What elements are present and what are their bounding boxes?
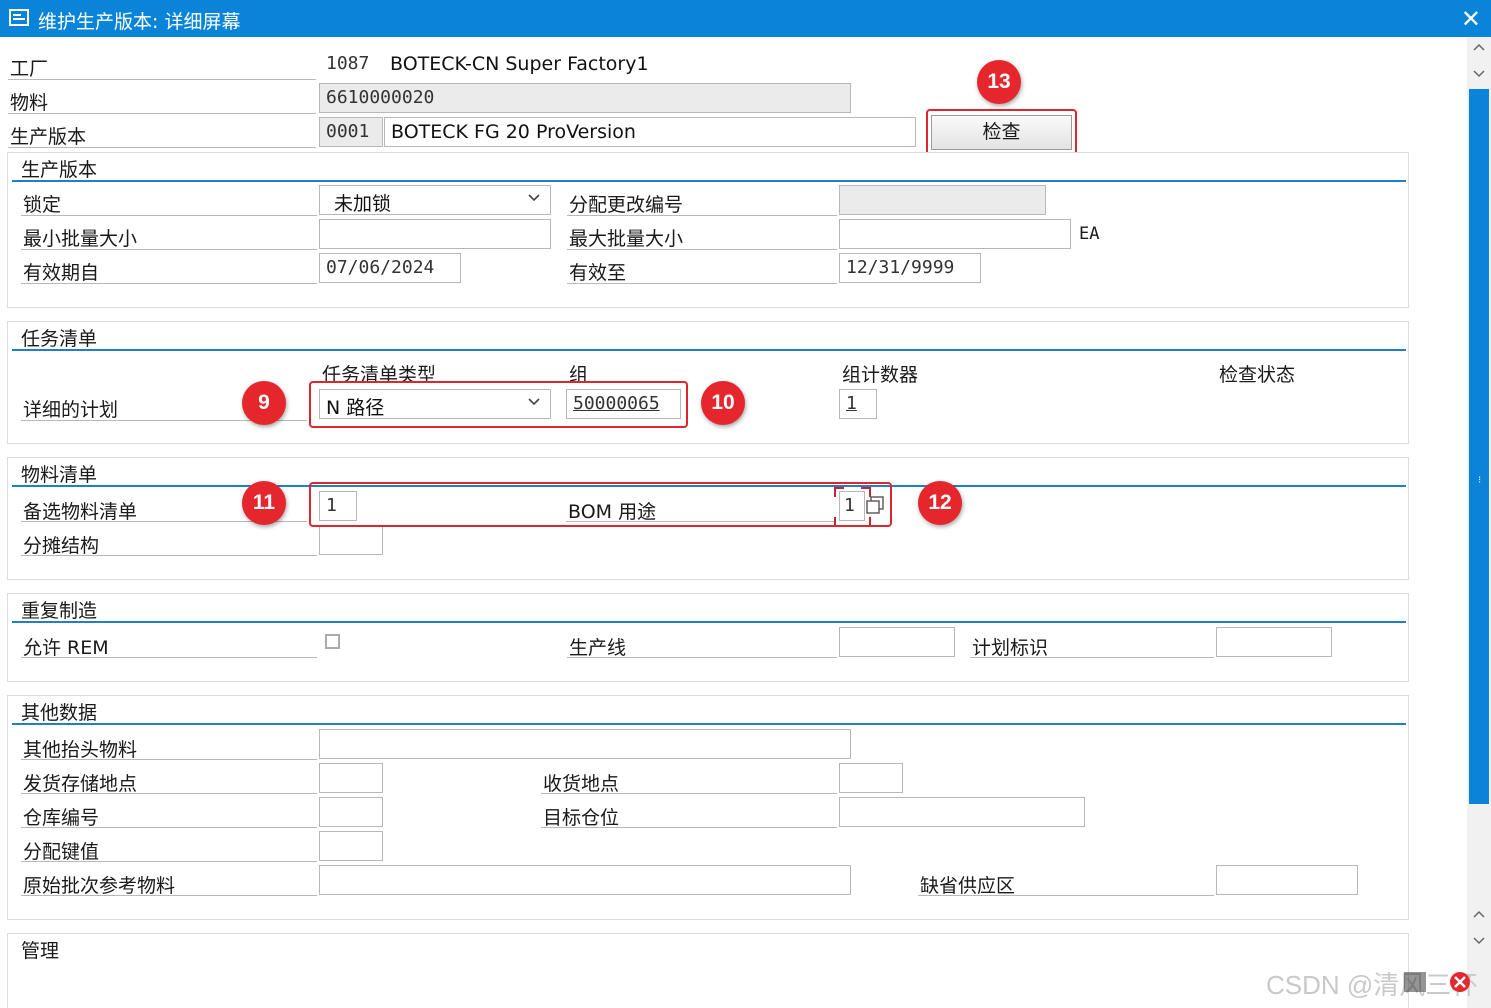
- version-label: 生产版本: [10, 126, 87, 148]
- annotation-box-13: [926, 109, 1077, 155]
- title-bar: 维护生产版本: 详细屏幕 ✕: [0, 0, 1491, 37]
- col-check-status: 检查状态: [1219, 364, 1296, 386]
- default-supply-field[interactable]: [1216, 865, 1358, 895]
- detailed-plan-label: 详细的计划: [23, 399, 119, 421]
- marker-9: 9: [242, 381, 286, 425]
- material-label: 物料: [10, 92, 49, 114]
- dest-bin-field[interactable]: [839, 797, 1085, 827]
- orig-batch-label: 原始批次参考物料: [23, 875, 176, 897]
- plan-id-field[interactable]: [1216, 627, 1332, 657]
- annotation-box-11-12: [309, 482, 892, 527]
- lock-label: 锁定: [23, 194, 62, 216]
- apportion-field[interactable]: [319, 525, 383, 555]
- max-lot-label: 最大批量大小: [569, 228, 684, 250]
- other-header-field[interactable]: [319, 729, 851, 759]
- default-supply-label: 缺省供应区: [920, 875, 1016, 897]
- scroll-down-bottom-icon[interactable]: [1473, 934, 1485, 946]
- version-text-field[interactable]: BOTECK FG 20 ProVersion: [384, 117, 916, 147]
- section-title: 任务清单: [21, 328, 98, 350]
- group-counter-field[interactable]: 1: [839, 389, 877, 419]
- orig-batch-field[interactable]: [319, 865, 851, 895]
- valid-from-label: 有效期自: [23, 262, 100, 284]
- dest-bin-label: 目标仓位: [543, 807, 620, 829]
- section-title: 重复制造: [21, 600, 98, 622]
- marker-10: 10: [701, 381, 745, 425]
- col-group-counter: 组计数器: [842, 364, 919, 386]
- warehouse-field[interactable]: [319, 797, 383, 827]
- min-lot-field[interactable]: [319, 219, 551, 249]
- section-title: 物料清单: [21, 464, 98, 486]
- apportion-label: 分摊结构: [23, 535, 100, 557]
- plant-code: 1087: [326, 53, 370, 74]
- section-admin: 管理: [7, 933, 1409, 1008]
- unit-label: EA: [1079, 224, 1100, 244]
- change-no-label: 分配更改编号: [569, 194, 684, 216]
- receipt-point-label: 收货地点: [543, 773, 620, 795]
- plant-name: BOTECK-CN Super Factory1: [390, 53, 649, 75]
- min-lot-label: 最小批量大小: [23, 228, 138, 250]
- section-title: 其他数据: [21, 702, 98, 724]
- grip-icon: ⁝: [1478, 475, 1482, 486]
- marker-13: 13: [977, 60, 1021, 104]
- chevron-down-icon: [528, 194, 540, 202]
- version-code-field[interactable]: 0001: [319, 117, 383, 147]
- dist-key-label: 分配键值: [23, 841, 100, 863]
- allow-rem-label: 允许 REM: [23, 637, 109, 659]
- allow-rem-checkbox[interactable]: [325, 634, 340, 649]
- issue-sloc-field[interactable]: [319, 763, 383, 793]
- marker-11: 11: [242, 481, 286, 525]
- lock-value: 未加锁: [334, 193, 392, 215]
- valid-to-field[interactable]: 12/31/9999: [839, 253, 981, 283]
- other-header-label: 其他抬头物料: [23, 739, 138, 761]
- issue-sloc-label: 发货存储地点: [23, 773, 138, 795]
- change-no-field[interactable]: [839, 185, 1046, 215]
- screen-icon: [9, 9, 29, 26]
- receipt-point-field[interactable]: [839, 763, 903, 793]
- warehouse-label: 仓库编号: [23, 807, 100, 829]
- scroll-up-bottom-icon[interactable]: [1473, 909, 1485, 921]
- prod-line-label: 生产线: [569, 637, 627, 659]
- plan-id-label: 计划标识: [972, 637, 1049, 659]
- window-title: 维护生产版本: 详细屏幕: [38, 11, 241, 33]
- annotation-box-9-10: [309, 381, 688, 428]
- valid-to-label: 有效至: [569, 262, 627, 284]
- alt-bom-label: 备选物料清单: [23, 501, 138, 523]
- status-icons[interactable]: [1402, 968, 1474, 996]
- section-repetitive-mfg: 重复制造: [7, 593, 1409, 682]
- valid-from-field[interactable]: 07/06/2024: [319, 253, 461, 283]
- prod-line-field[interactable]: [839, 627, 955, 657]
- close-icon[interactable]: ✕: [1461, 5, 1481, 33]
- dist-key-field[interactable]: [319, 831, 383, 861]
- scroll-thumb[interactable]: ⁝: [1469, 89, 1489, 804]
- section-title: 管理: [21, 940, 60, 962]
- material-field[interactable]: 6610000020: [319, 83, 851, 113]
- lock-dropdown[interactable]: 未加锁: [319, 185, 551, 215]
- marker-12: 12: [918, 481, 962, 525]
- section-production-version: 生产版本: [7, 152, 1409, 308]
- scroll-down-top-icon[interactable]: [1473, 67, 1485, 79]
- vertical-scrollbar[interactable]: ⁝: [1467, 37, 1491, 1008]
- scroll-up-top-icon[interactable]: [1473, 42, 1485, 54]
- plant-label: 工厂: [10, 58, 49, 80]
- section-title: 生产版本: [21, 159, 98, 181]
- section-task-list: 任务清单: [7, 321, 1409, 444]
- max-lot-field[interactable]: [839, 219, 1071, 249]
